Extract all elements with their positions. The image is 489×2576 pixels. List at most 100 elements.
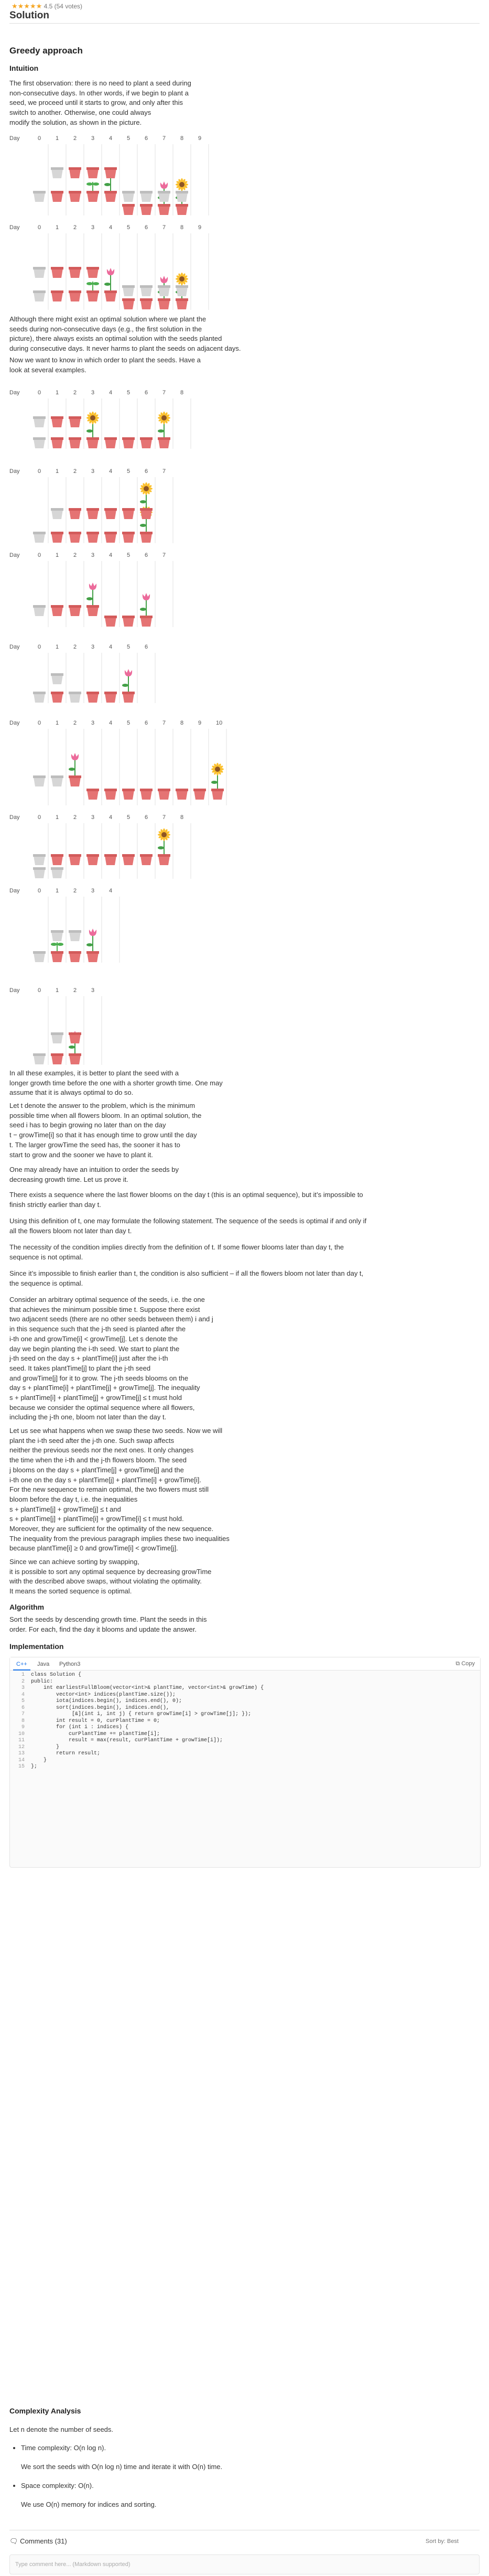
code-line: [&](int i, int j) { return growTime[i] >… xyxy=(31,1711,252,1717)
pot xyxy=(104,789,117,800)
tab-python3[interactable]: Python3 xyxy=(56,1659,83,1669)
sprout xyxy=(51,942,63,951)
pot xyxy=(51,532,63,543)
day-label: Day xyxy=(9,644,20,650)
day-number: 4 xyxy=(109,644,112,650)
text-line: decreasing growth time. Let us prove it. xyxy=(9,1175,128,1183)
pot xyxy=(193,789,206,800)
text-line: seed, we proceed until it starts to grow… xyxy=(9,99,183,107)
pot xyxy=(104,692,117,703)
text-line: seed. It takes plantTime[j] to plant the… xyxy=(9,1364,151,1372)
pot xyxy=(122,616,135,627)
pot xyxy=(51,191,63,202)
day-label: Day xyxy=(9,888,20,894)
text-line: The necessity of the condition implies d… xyxy=(9,1243,344,1251)
day-number: 3 xyxy=(91,552,94,558)
text-line: Consider an arbitrary optimal sequence o… xyxy=(9,1296,205,1303)
text-line: Since it’s impossible to finish earlier … xyxy=(9,1269,364,1277)
tab-cpp[interactable]: C++ xyxy=(13,1659,30,1670)
text-line: that achieves the minimum possible time … xyxy=(9,1305,200,1313)
text-line: with the described above swaps, without … xyxy=(9,1577,202,1586)
pot xyxy=(33,416,46,427)
day-number: 6 xyxy=(145,224,148,231)
day-number: 5 xyxy=(127,644,130,650)
pot xyxy=(51,267,63,278)
timeline-svg: Day 0 1 2 3 4 5 6 7 xyxy=(9,552,173,627)
pot xyxy=(86,532,99,543)
pot xyxy=(104,167,117,178)
text-line: There exists a sequence where the last f… xyxy=(9,1191,363,1199)
pot xyxy=(69,1053,81,1064)
day-number: 0 xyxy=(38,552,41,558)
code-line: int result = 0, curPlantTime = 0; xyxy=(31,1718,160,1724)
day-number: 0 xyxy=(38,987,41,994)
day-number: 3 xyxy=(91,644,94,650)
tab-java[interactable]: Java xyxy=(34,1659,52,1669)
text-line: picture), there always exists an optimal… xyxy=(9,335,222,343)
pot xyxy=(69,951,81,962)
diagram-10: Day 0 1 2 3 xyxy=(9,986,112,1070)
pot xyxy=(69,692,81,703)
day-number: 3 xyxy=(91,814,94,821)
pot xyxy=(69,854,81,865)
day-number: 4 xyxy=(109,552,112,558)
day-label: Day xyxy=(9,135,20,142)
pot xyxy=(86,951,99,962)
text-line: s + plantTime[j] + plantTime[i] + growTi… xyxy=(9,1515,184,1523)
day-number: 7 xyxy=(162,814,166,821)
text-line: It means the sorted sequence is optimal. xyxy=(9,1587,132,1596)
pot xyxy=(122,204,135,215)
pot xyxy=(86,437,99,448)
pot xyxy=(122,692,135,703)
day-number: 4 xyxy=(109,814,112,821)
code-line: }; xyxy=(31,1764,38,1770)
day-number: 3 xyxy=(91,135,94,142)
day-number: 5 xyxy=(127,552,130,558)
pot xyxy=(69,167,81,178)
pot xyxy=(69,532,81,543)
pot xyxy=(122,854,135,865)
code-line: } xyxy=(31,1757,47,1763)
copy-icon: ⧉ xyxy=(455,1661,462,1667)
timeline-svg: Day 0 1 2 3 4 5 6 7 xyxy=(9,468,173,543)
text-line: modify the solution, as shown in the pic… xyxy=(9,118,142,126)
text-line: For the new sequence to remain optimal, … xyxy=(9,1485,209,1494)
pot xyxy=(86,854,99,865)
tulip-icon xyxy=(122,669,133,692)
day-number: 0 xyxy=(38,135,41,142)
text-line: non-consecutive days. In other words, if… xyxy=(9,89,189,97)
tulip-icon xyxy=(69,753,79,775)
text-line: i-th one on the day s + plantTime[j] + p… xyxy=(9,1475,201,1484)
pot xyxy=(51,951,63,962)
text-line: all the flowers bloom not later than day… xyxy=(9,1226,132,1235)
pot xyxy=(140,789,153,800)
code-line: result = max(result, curPlantTime + grow… xyxy=(31,1738,223,1743)
sunflower-icon xyxy=(158,412,170,437)
day-number: 4 xyxy=(109,135,112,142)
pot xyxy=(51,1053,63,1064)
diagram-1: Day 0 1 2 3 4 5 6 7 8 9 xyxy=(9,134,219,221)
paragraph-p10: Since it’s impossible to finish earlier … xyxy=(9,1269,363,1288)
diagram-5: Day 0 1 2 3 4 5 6 7 xyxy=(9,551,183,632)
day-label: Day xyxy=(9,987,20,994)
sort-dropdown[interactable]: Sort by: Best xyxy=(426,2537,459,2546)
timeline-svg: Day 0 1 2 3 4 5 6 7 8 xyxy=(9,390,191,449)
day-number: 1 xyxy=(56,720,59,726)
paragraph-p14: Sort the seeds by descending growth time… xyxy=(9,1615,207,1634)
day-number: 2 xyxy=(73,720,77,726)
comment-input[interactable]: Type comment here... (Markdown supported… xyxy=(9,2555,480,2574)
paragraph-p11: Consider an arbitrary optimal sequence o… xyxy=(9,1295,213,1422)
pot xyxy=(140,616,153,627)
day-number: 3 xyxy=(91,888,94,894)
pot xyxy=(86,267,99,278)
pot xyxy=(33,951,46,962)
text-line: j-th seed on the day s + plantTime[i] ju… xyxy=(9,1354,168,1363)
text-line: look at several examples. xyxy=(9,365,86,374)
pot xyxy=(158,789,170,800)
complexity-head: Space complexity: O(n). xyxy=(21,2482,94,2489)
rating-text: 4.5 (54 votes) xyxy=(44,3,82,10)
day-number: 5 xyxy=(127,468,130,475)
text-line: the time when the i-th and the j-th flow… xyxy=(9,1456,187,1464)
copy-button[interactable]: ⧉ Copy xyxy=(455,1659,475,1668)
day-number: 0 xyxy=(38,468,41,475)
